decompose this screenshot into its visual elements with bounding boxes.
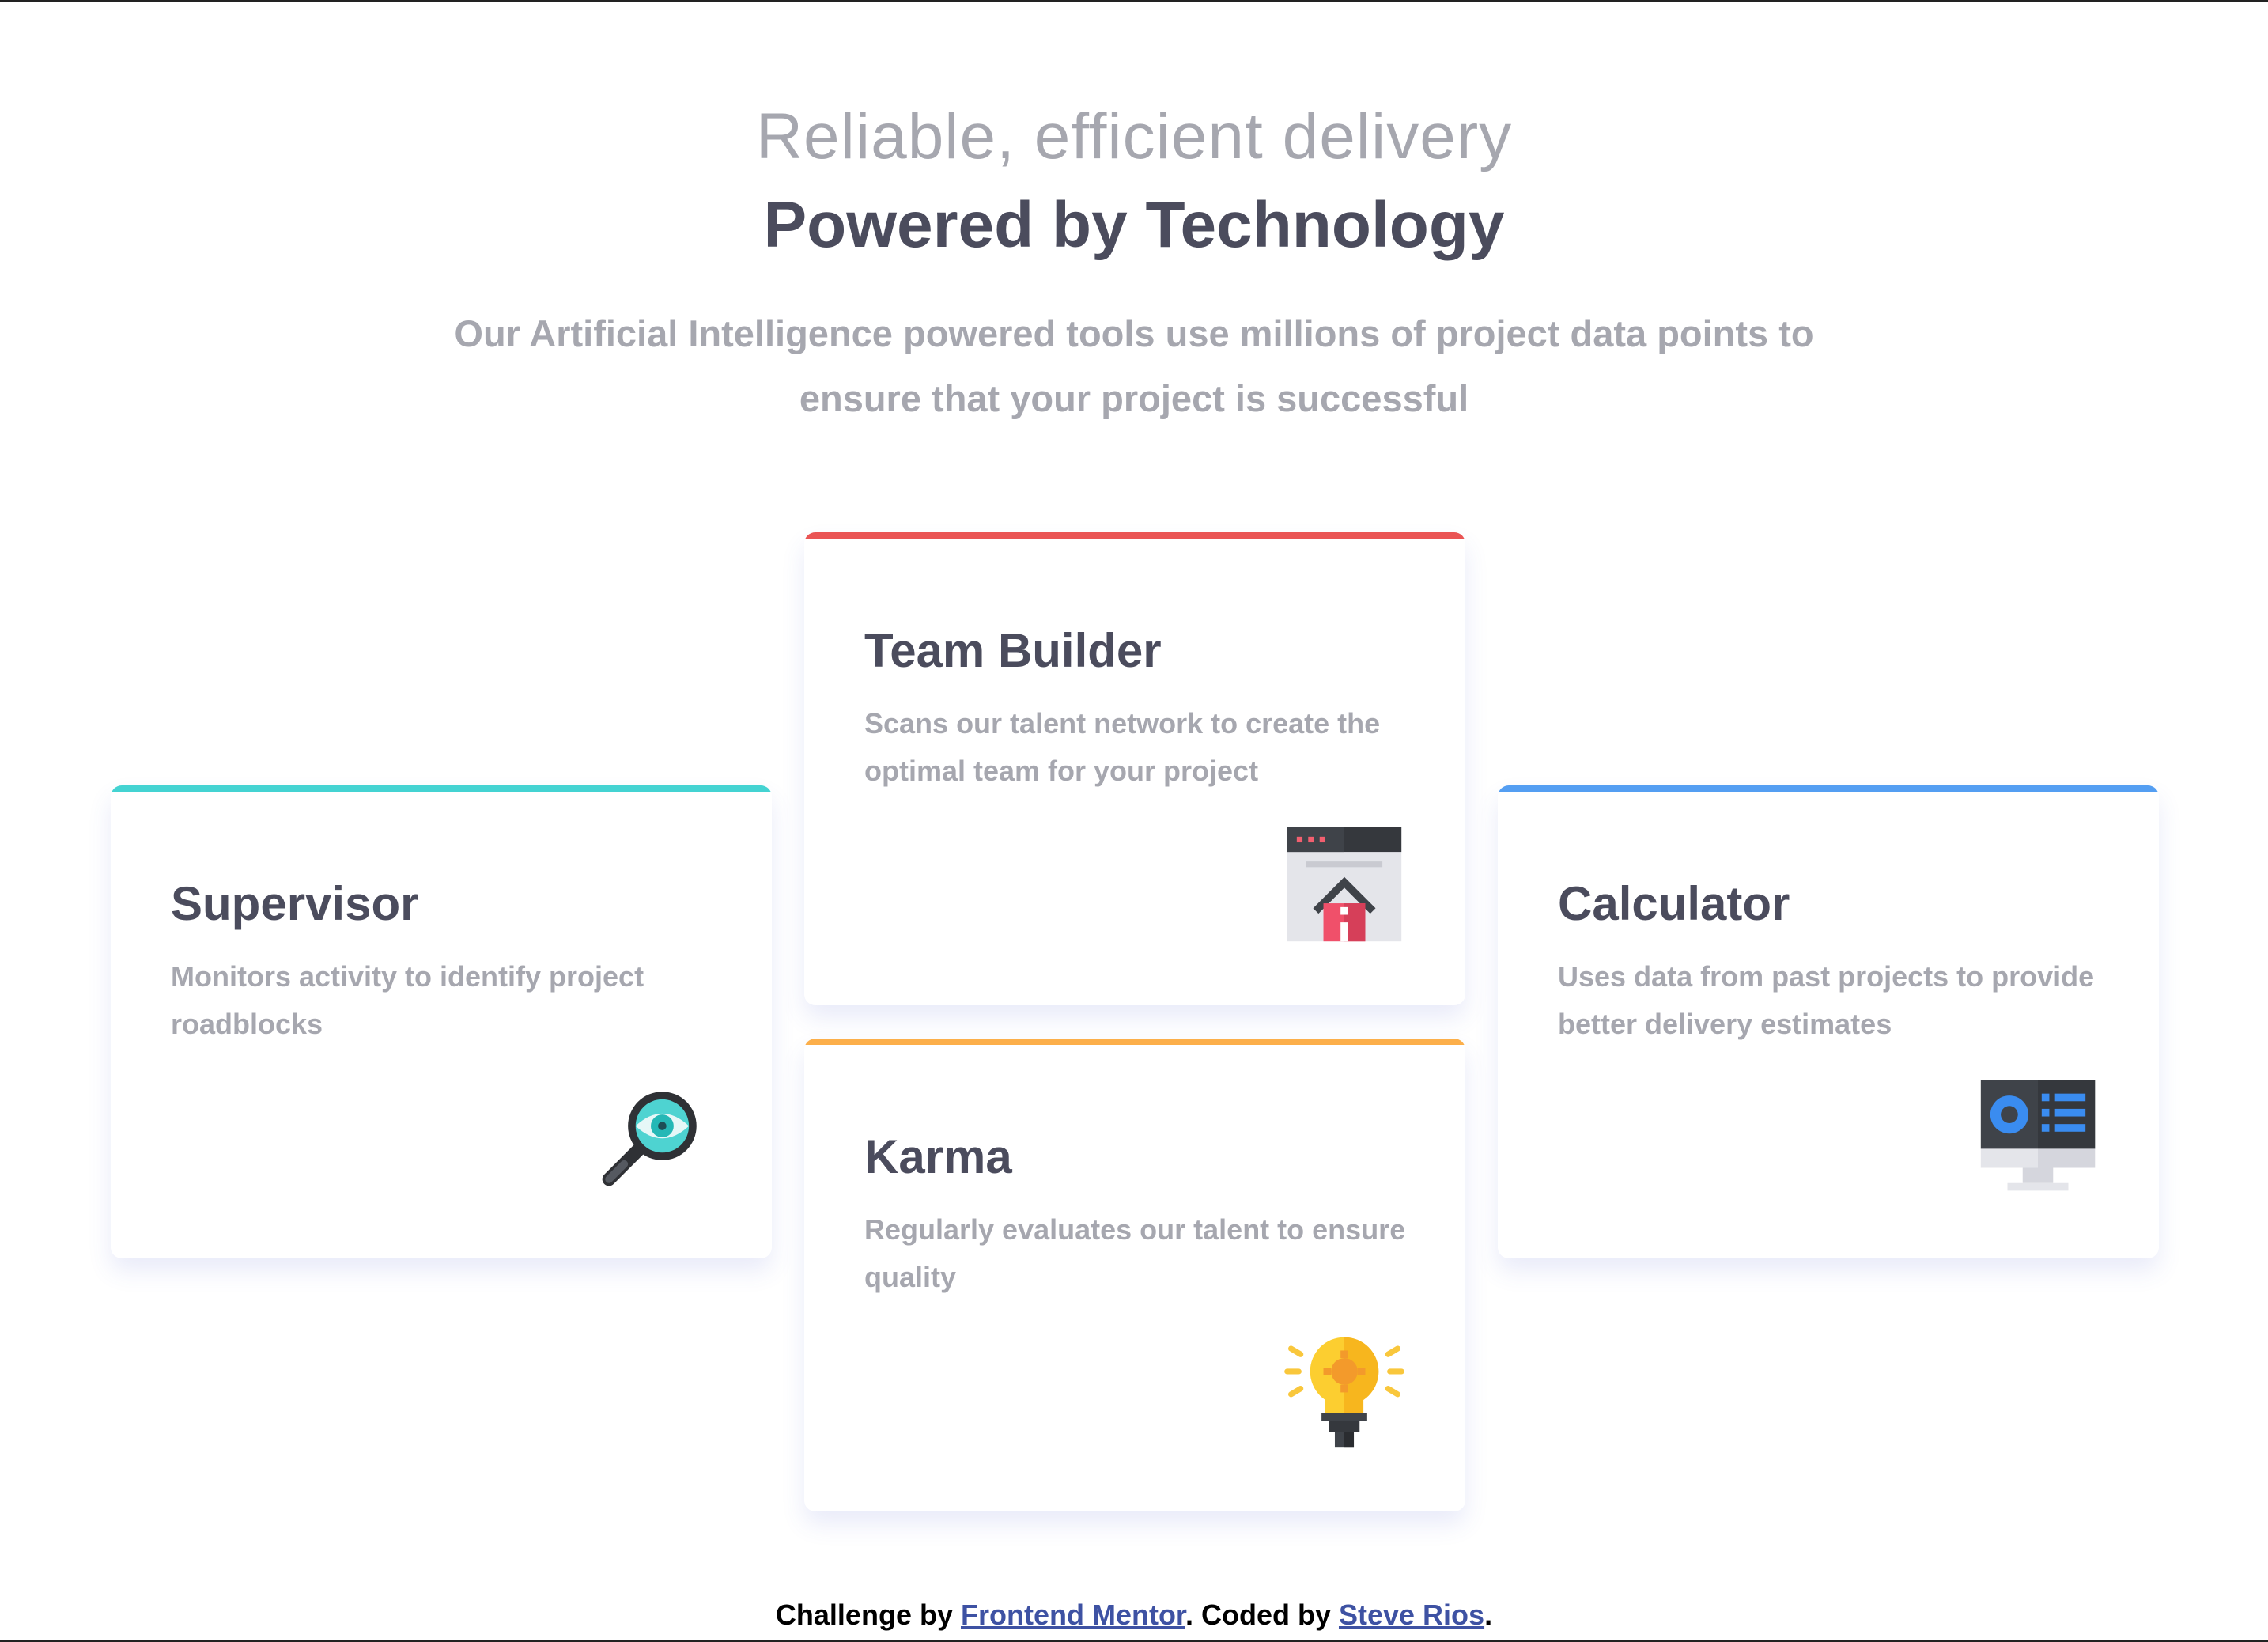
card-supervisor: Supervisor Monitors activity to identify…	[111, 785, 772, 1258]
card-title: Supervisor	[171, 877, 419, 930]
header-subtitle: Reliable, efficient delivery	[755, 100, 1513, 172]
card-description: Uses data from past projects to provide …	[1558, 960, 2095, 1040]
footer-suffix: .	[1484, 1598, 1493, 1631]
card-team-builder: Team Builder Scans our talent network to…	[804, 532, 1465, 1005]
browser-home-icon	[1287, 827, 1402, 942]
page-header: Reliable, efficient delivery Powered by …	[0, 97, 2268, 431]
author-link[interactable]: Steve Rios	[1339, 1598, 1484, 1631]
card-title: Calculator	[1558, 877, 1790, 930]
card-description: Regularly evaluates our talent to ensure…	[864, 1213, 1406, 1293]
frontend-mentor-link[interactable]: Frontend Mentor	[961, 1598, 1185, 1631]
card-accent-bar	[111, 785, 772, 792]
card-karma: Karma Regularly evaluates our talent to …	[804, 1039, 1465, 1511]
card-title: Team Builder	[864, 624, 1162, 677]
card-calculator: Calculator Uses data from past projects …	[1498, 785, 2159, 1258]
footer-prefix: Challenge by	[775, 1598, 961, 1631]
card-accent-bar	[1498, 785, 2159, 792]
header-intro: Our Artificial Intelligence powered tool…	[454, 312, 1814, 419]
monitor-chart-icon	[1980, 1080, 2096, 1191]
lightbulb-icon	[1284, 1337, 1404, 1448]
card-title: Karma	[864, 1130, 1012, 1183]
card-accent-bar	[804, 532, 1465, 539]
card-description: Monitors activity to identify project ro…	[171, 960, 644, 1040]
magnifier-eye-icon	[602, 1092, 697, 1186]
page-frame: Reliable, efficient delivery Powered by …	[0, 0, 2268, 1642]
card-description: Scans our talent network to create the o…	[864, 707, 1381, 787]
page-title: Powered by Technology	[763, 189, 1505, 261]
footer-middle: . Coded by	[1185, 1598, 1339, 1631]
card-accent-bar	[804, 1039, 1465, 1045]
attribution-footer: Challenge by Frontend Mentor. Coded by S…	[0, 1598, 2268, 1632]
